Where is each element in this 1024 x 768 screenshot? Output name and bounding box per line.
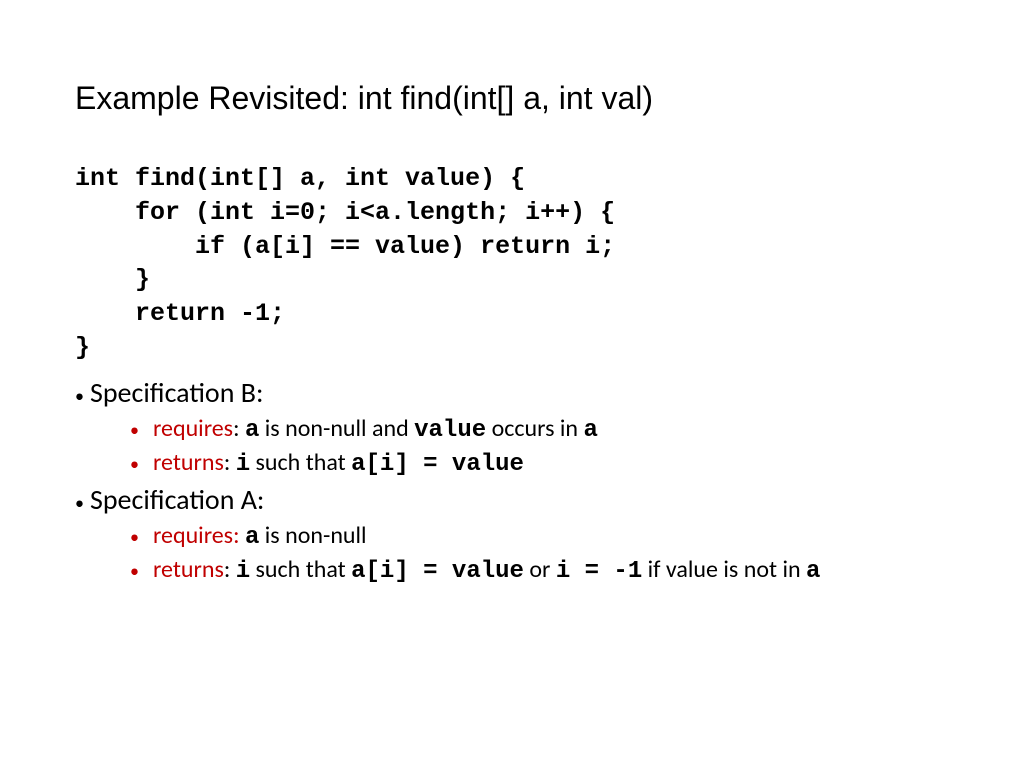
bullet-icon: • [130, 562, 139, 580]
code-line: return -1; [75, 297, 949, 331]
spec-b-returns: • returns: i such that a[i] = value [130, 448, 949, 480]
bullet-icon: • [130, 528, 139, 546]
bullet-dot-icon: • [75, 494, 84, 512]
spec-a-requires: • requires: a is non-null [130, 521, 949, 553]
spec-text: requires: a is non-null and value occurs… [153, 414, 598, 446]
slide-title: Example Revisited: int find(int[] a, int… [75, 80, 949, 117]
heading-text: Specification B: [90, 375, 263, 410]
spec-text: returns: i such that a[i] = value [153, 448, 524, 480]
bullet-icon: • [130, 455, 139, 473]
bullet-icon: • [130, 421, 139, 439]
code-line: for (int i=0; i<a.length; i++) { [75, 196, 949, 230]
spec-text: requires: a is non-null [153, 521, 367, 553]
spec-a-returns: • returns: i such that a[i] = value or i… [130, 555, 949, 587]
code-line: } [75, 263, 949, 297]
code-block: int find(int[] a, int value) { for (int … [75, 162, 949, 365]
code-line: } [75, 331, 949, 365]
code-line: if (a[i] == value) return i; [75, 230, 949, 264]
bullet-dot-icon: • [75, 387, 84, 405]
spec-a-heading: • Specification A: [75, 482, 949, 517]
spec-b-heading: • Specification B: [75, 375, 949, 410]
heading-text: Specification A: [90, 482, 264, 517]
spec-b-requires: • requires: a is non-null and value occu… [130, 414, 949, 446]
spec-text: returns: i such that a[i] = value or i =… [153, 555, 820, 587]
code-line: int find(int[] a, int value) { [75, 162, 949, 196]
